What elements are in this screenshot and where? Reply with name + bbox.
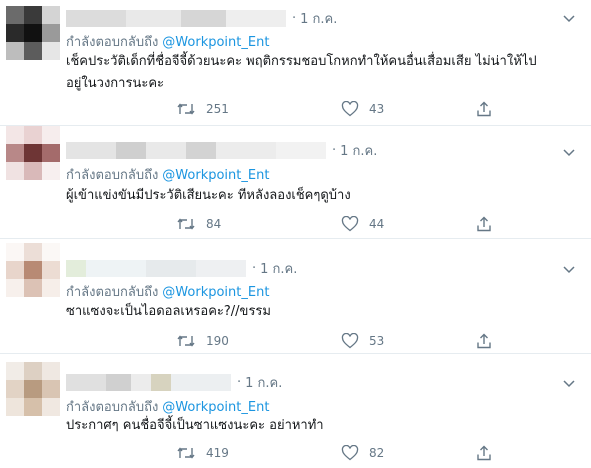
retweet-icon <box>177 447 195 459</box>
separator-dot: · <box>292 10 297 26</box>
like-count: 82 <box>369 446 385 460</box>
retweet-button[interactable]: 190 <box>176 333 229 349</box>
tweet-header: · 1 ก.ค. <box>66 8 551 28</box>
retweet-count: 251 <box>206 102 229 116</box>
separator-dot: · <box>332 142 337 158</box>
share-icon <box>477 333 491 349</box>
blurred-display-name[interactable] <box>66 373 231 391</box>
mention-link[interactable]: @Workpoint_Ent <box>162 168 269 183</box>
reply-context: กำลังตอบกลับถึง @Workpoint_Ent <box>66 164 269 185</box>
tweet-time[interactable]: 1 ก.ค. <box>245 372 282 393</box>
separator-dot: · <box>237 374 242 390</box>
retweet-icon <box>177 218 195 230</box>
share-button[interactable] <box>476 445 492 461</box>
reply-prefix: กำลังตอบกลับถึง <box>66 285 159 300</box>
avatar[interactable] <box>6 126 60 180</box>
like-button[interactable]: 43 <box>341 101 384 117</box>
tweet-actions: 251 43 <box>176 101 516 121</box>
tweet-actions: 84 44 <box>176 216 516 236</box>
tweet-text: ประกาศๆ คนชื่อจีจี้เป็นซาแซงนะคะ อย่าหาท… <box>66 415 571 437</box>
like-button[interactable]: 53 <box>341 333 384 349</box>
avatar[interactable] <box>6 243 60 297</box>
retweet-count: 419 <box>206 446 229 460</box>
blurred-display-name[interactable] <box>66 141 326 159</box>
reply-context: กำลังตอบกลับถึง @Workpoint_Ent <box>66 31 269 52</box>
like-count: 43 <box>369 102 385 116</box>
retweet-icon <box>177 103 195 115</box>
retweet-button[interactable]: 84 <box>176 216 221 232</box>
reply-feed: · 1 ก.ค. กำลังตอบกลับถึง @Workpoint_Ent เ… <box>0 0 591 468</box>
share-icon <box>477 101 491 117</box>
tweet-text: ซาแซงจะเป็นไอดอลเหรอคะ?//ขรรม <box>66 301 571 323</box>
mention-link[interactable]: @Workpoint_Ent <box>162 35 269 50</box>
reply-prefix: กำลังตอบกลับถึง <box>66 400 159 415</box>
like-count: 53 <box>369 334 385 348</box>
tweet-text-line: ซาแซงจะเป็นไอดอลเหรอคะ?//ขรรม <box>66 304 271 319</box>
tweet-text: เช็คประวัติเด็กที่ชื่อจีจี้ด้วยนะคะ พฤติ… <box>66 51 571 95</box>
share-icon <box>477 445 491 461</box>
retweet-button[interactable]: 251 <box>176 101 229 117</box>
avatar[interactable] <box>6 362 60 416</box>
separator-dot: · <box>252 260 257 276</box>
retweet-count: 190 <box>206 334 229 348</box>
tweet-actions: 419 82 <box>176 445 516 465</box>
reply-prefix: กำลังตอบกลับถึง <box>66 168 159 183</box>
chevron-down-icon[interactable] <box>561 144 577 160</box>
share-icon <box>477 216 491 232</box>
share-button[interactable] <box>476 216 492 232</box>
tweet-text-line: อยู่ในวงการนะคะ <box>66 76 165 91</box>
mention-link[interactable]: @Workpoint_Ent <box>162 400 269 415</box>
tweet-header: · 1 ก.ค. <box>66 258 551 278</box>
chevron-down-icon[interactable] <box>561 10 577 26</box>
retweet-icon <box>177 335 195 347</box>
tweet-time[interactable]: 1 ก.ค. <box>260 258 297 279</box>
tweet-card[interactable]: · 1 ก.ค. กำลังตอบกลับถึง @Workpoint_Ent ป… <box>0 354 591 468</box>
like-button[interactable]: 82 <box>341 445 384 461</box>
retweet-button[interactable]: 419 <box>176 445 229 461</box>
reply-context: กำลังตอบกลับถึง @Workpoint_Ent <box>66 396 269 417</box>
tweet-card[interactable]: · 1 ก.ค. กำลังตอบกลับถึง @Workpoint_Ent ผ… <box>0 126 591 239</box>
reply-prefix: กำลังตอบกลับถึง <box>66 35 159 50</box>
share-button[interactable] <box>476 333 492 349</box>
like-button[interactable]: 44 <box>341 216 384 232</box>
tweet-time[interactable]: 1 ก.ค. <box>300 8 337 29</box>
tweet-header: · 1 ก.ค. <box>66 140 551 160</box>
share-button[interactable] <box>476 101 492 117</box>
tweet-card[interactable]: · 1 ก.ค. กำลังตอบกลับถึง @Workpoint_Ent เ… <box>0 0 591 126</box>
like-icon <box>341 101 359 117</box>
blurred-display-name[interactable] <box>66 259 246 277</box>
chevron-down-icon[interactable] <box>561 375 577 391</box>
like-icon <box>341 333 359 349</box>
like-count: 44 <box>369 217 385 231</box>
blurred-display-name[interactable] <box>66 9 286 27</box>
avatar[interactable] <box>6 6 60 60</box>
tweet-text-line: ผู้เข้าแข่งขันมีประวัติเสียนะคะ ทีหลังลอ… <box>66 188 351 203</box>
chevron-down-icon[interactable] <box>561 261 577 277</box>
reply-context: กำลังตอบกลับถึง @Workpoint_Ent <box>66 281 269 302</box>
like-icon <box>341 216 359 232</box>
tweet-text-line: ประกาศๆ คนชื่อจีจี้เป็นซาแซงนะคะ อย่าหาท… <box>66 418 324 433</box>
tweet-text-line: เช็คประวัติเด็กที่ชื่อจีจี้ด้วยนะคะ พฤติ… <box>66 54 537 69</box>
tweet-text: ผู้เข้าแข่งขันมีประวัติเสียนะคะ ทีหลังลอ… <box>66 185 571 207</box>
tweet-header: · 1 ก.ค. <box>66 372 551 392</box>
like-icon <box>341 445 359 461</box>
mention-link[interactable]: @Workpoint_Ent <box>162 285 269 300</box>
tweet-time[interactable]: 1 ก.ค. <box>340 140 377 161</box>
retweet-count: 84 <box>206 217 222 231</box>
tweet-actions: 190 53 <box>176 333 516 353</box>
tweet-card[interactable]: · 1 ก.ค. กำลังตอบกลับถึง @Workpoint_Ent ซ… <box>0 239 591 354</box>
